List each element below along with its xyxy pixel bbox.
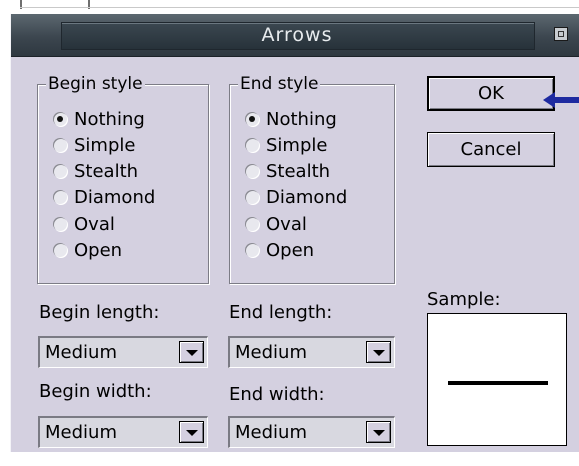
begin-width-label: Begin width: [39,381,152,402]
end-style-option-nothing[interactable]: Nothing [245,109,337,131]
radio-icon[interactable] [53,163,67,178]
arrows-dialog: Arrows Begin style Nothing Simple Stealt… [10,14,579,452]
chevron-down-icon[interactable] [179,341,204,363]
title-bar[interactable]: Arrows [11,14,579,57]
begin-length-label: Begin length: [39,302,160,323]
end-style-option-stealth[interactable]: Stealth [245,161,330,183]
close-icon-glyph [558,31,564,37]
radio-icon[interactable] [53,111,67,126]
option-label: Nothing [266,109,337,130]
begin-style-option-open[interactable]: Open [53,240,122,262]
option-label: Simple [266,135,328,156]
option-label: Diamond [74,187,156,208]
radio-icon[interactable] [245,163,259,178]
end-style-option-simple[interactable]: Simple [245,135,327,157]
radio-icon[interactable] [53,189,67,204]
chevron-down-icon[interactable] [366,341,391,363]
radio-icon[interactable] [245,137,259,152]
option-label: Open [74,240,123,261]
sample-label: Sample: [427,289,501,310]
option-label: Diamond [266,187,348,208]
pointer-arrow-icon [543,92,579,108]
option-label: Stealth [74,161,139,182]
option-label: Stealth [266,161,331,182]
end-length-label: End length: [229,302,333,323]
begin-width-select[interactable]: Medium [38,416,208,448]
begin-style-label: Begin style [46,74,145,94]
close-icon[interactable] [554,27,568,41]
end-length-select[interactable]: Medium [228,336,395,368]
end-width-label: End width: [229,384,325,405]
radio-icon[interactable] [245,111,259,126]
begin-style-option-simple[interactable]: Simple [53,135,135,157]
begin-style-group: Begin style Nothing Simple Stealth Diamo… [37,75,209,284]
end-style-label: End style [238,74,321,94]
end-width-value: Medium [235,422,307,443]
begin-style-option-diamond[interactable]: Diamond [53,187,155,209]
radio-icon[interactable] [245,216,259,231]
dialog-title: Arrows [261,24,333,46]
radio-icon[interactable] [53,216,67,231]
radio-icon[interactable] [53,242,67,257]
begin-width-value: Medium [45,422,117,443]
background-rule [20,7,579,8]
end-style-option-diamond[interactable]: Diamond [245,187,347,209]
begin-style-option-nothing[interactable]: Nothing [53,109,145,131]
radio-icon[interactable] [53,137,67,152]
end-style-option-open[interactable]: Open [245,240,314,262]
begin-length-select[interactable]: Medium [38,336,208,368]
end-style-group: End style Nothing Simple Stealth Diamond… [229,75,395,284]
radio-icon[interactable] [245,242,259,257]
option-label: Open [266,240,315,261]
begin-style-option-oval[interactable]: Oval [53,214,115,236]
option-label: Nothing [74,109,145,130]
chevron-down-icon[interactable] [179,421,204,443]
background-window-strip [0,0,579,14]
begin-length-value: Medium [45,342,117,363]
begin-style-option-stealth[interactable]: Stealth [53,161,138,183]
option-label: Oval [266,214,307,235]
cancel-button[interactable]: Cancel [427,132,555,167]
sample-line [448,381,548,385]
chevron-down-icon[interactable] [366,421,391,443]
end-style-option-oval[interactable]: Oval [245,214,307,236]
radio-icon[interactable] [245,189,259,204]
end-width-select[interactable]: Medium [228,416,395,448]
option-label: Oval [74,214,115,235]
sample-preview [427,313,567,446]
option-label: Simple [74,135,136,156]
ok-button[interactable]: OK [427,76,555,111]
end-length-value: Medium [235,342,307,363]
